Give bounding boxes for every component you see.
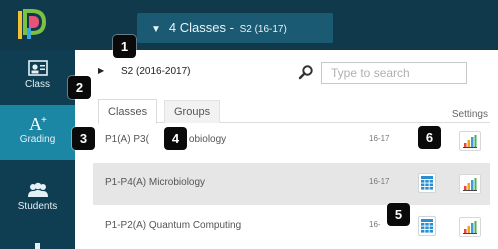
callout-badge: 1 [113, 35, 136, 58]
gradebook-grid-button[interactable] [418, 216, 436, 236]
class-name: P1-P4(A) Microbiology [105, 177, 206, 188]
grade-chart-button[interactable] [459, 174, 481, 194]
app-logo-icon[interactable] [14, 7, 48, 43]
callout-badge: 3 [72, 127, 95, 150]
class-year: 16-17 [369, 177, 390, 186]
partial-icon [35, 243, 40, 249]
expand-triangle-icon[interactable]: ▶ [98, 66, 104, 75]
callout-badge: 6 [418, 126, 441, 149]
top-bar: ▼ 4 Classes - S2 (16-17) [0, 0, 498, 50]
search-input[interactable] [321, 62, 467, 84]
grade-chart-button[interactable] [459, 217, 481, 237]
id-card-icon [27, 60, 48, 76]
class-year: 16- [369, 220, 381, 229]
class-name: P1-P2(A) Quantum Computing [105, 220, 242, 231]
callout-badge: 4 [164, 127, 187, 150]
class-selector-dropdown[interactable]: ▼ 4 Classes - S2 (16-17) [137, 13, 333, 43]
term-label[interactable]: S2 (2016-2017) [121, 66, 191, 77]
term-row: ▶ S2 (2016-2017) [98, 62, 488, 84]
bar-chart-icon [463, 221, 477, 234]
svg-text:+: + [41, 115, 47, 126]
selector-label: 4 Classes [168, 20, 226, 35]
grid-icon [421, 176, 433, 190]
people-icon [27, 182, 48, 197]
grid-icon [421, 219, 433, 233]
sidebar: Class A + Grading Students [0, 50, 75, 249]
sidebar-item-grading[interactable]: A + Grading [0, 105, 75, 160]
sidebar-item-label: Grading [19, 134, 56, 145]
class-year: 16-17 [369, 134, 390, 143]
settings-column-header: Settings [451, 109, 488, 120]
selector-term: S2 (16-17) [239, 24, 287, 35]
caret-down-icon: ▼ [151, 24, 161, 35]
sidebar-item-label: Students [17, 201, 58, 212]
sidebar-item-more[interactable] [0, 240, 75, 249]
sidebar-item-label: Class [24, 79, 50, 90]
class-row[interactable]: P1-P4(A) Microbiology 16-17 [93, 163, 490, 205]
sidebar-item-class[interactable]: Class [0, 50, 75, 105]
grade-chart-button[interactable] [459, 131, 481, 151]
gradebook-grid-button[interactable] [418, 173, 436, 193]
callout-badge: 2 [68, 76, 91, 99]
grade-a-plus-icon: A + [29, 114, 47, 132]
callout-badge: 5 [387, 203, 410, 226]
bar-chart-icon [463, 135, 477, 148]
bar-chart-icon [463, 178, 477, 191]
sidebar-item-students[interactable]: Students [0, 172, 75, 227]
search-icon[interactable] [298, 64, 314, 80]
class-row[interactable]: P1-P2(A) Quantum Computing 16- [93, 206, 490, 249]
selector-separator: - [229, 20, 234, 35]
